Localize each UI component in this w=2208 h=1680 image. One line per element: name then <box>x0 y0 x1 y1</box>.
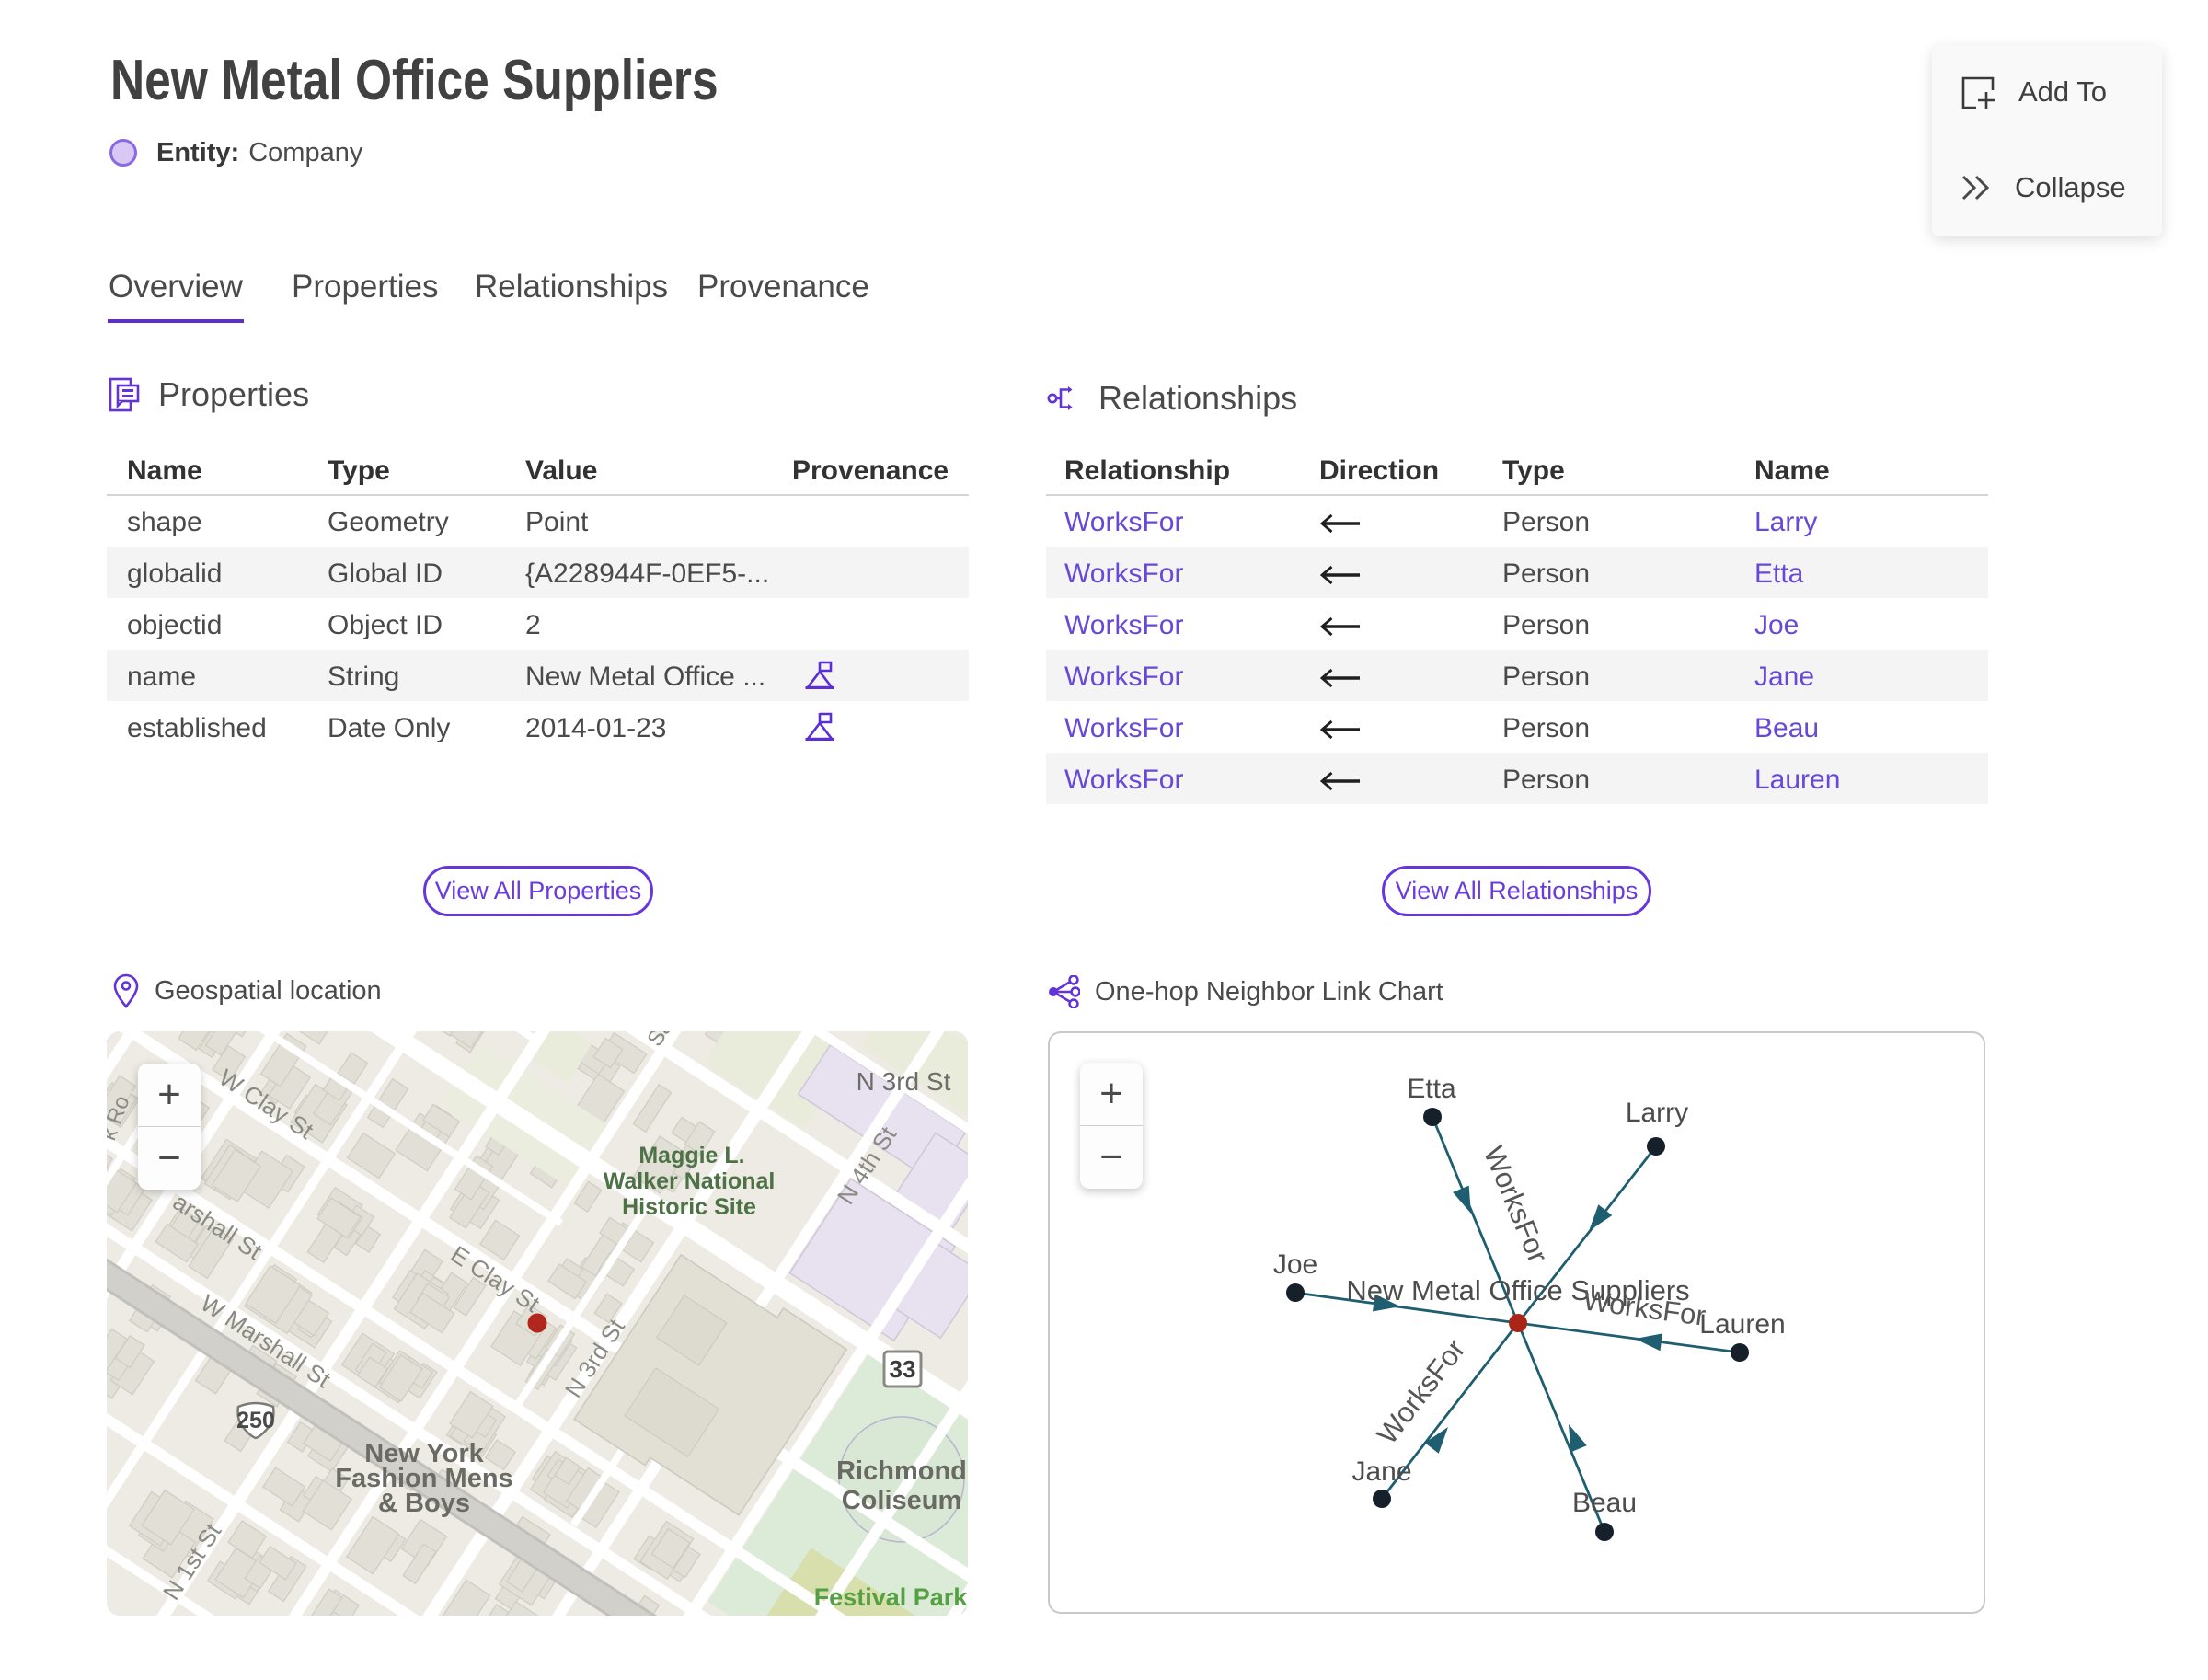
svg-text:N 3rd St: N 3rd St <box>857 1067 951 1096</box>
svg-text:& Boys: & Boys <box>378 1489 470 1518</box>
svg-text:Larry: Larry <box>1626 1098 1688 1128</box>
svg-text:Maggie L.: Maggie L. <box>638 1143 744 1168</box>
svg-text:Walker National: Walker National <box>604 1168 776 1194</box>
svg-text:Coliseum: Coliseum <box>842 1486 962 1515</box>
svg-text:WorksFor: WorksFor <box>1478 1141 1555 1267</box>
svg-text:Joe: Joe <box>1273 1249 1317 1280</box>
svg-text:Beau: Beau <box>1572 1488 1637 1518</box>
svg-text:Lauren: Lauren <box>1699 1309 1785 1340</box>
svg-text:33: 33 <box>890 1355 916 1383</box>
svg-text:250: 250 <box>236 1408 275 1433</box>
svg-text:Richmond: Richmond <box>836 1456 967 1486</box>
svg-text:WorksFor: WorksFor <box>1371 1333 1472 1450</box>
svg-text:Etta: Etta <box>1407 1074 1456 1104</box>
svg-text:Historic Site: Historic Site <box>622 1194 756 1220</box>
svg-text:Festival Park: Festival Park <box>814 1583 968 1611</box>
svg-text:Jane: Jane <box>1351 1456 1411 1487</box>
